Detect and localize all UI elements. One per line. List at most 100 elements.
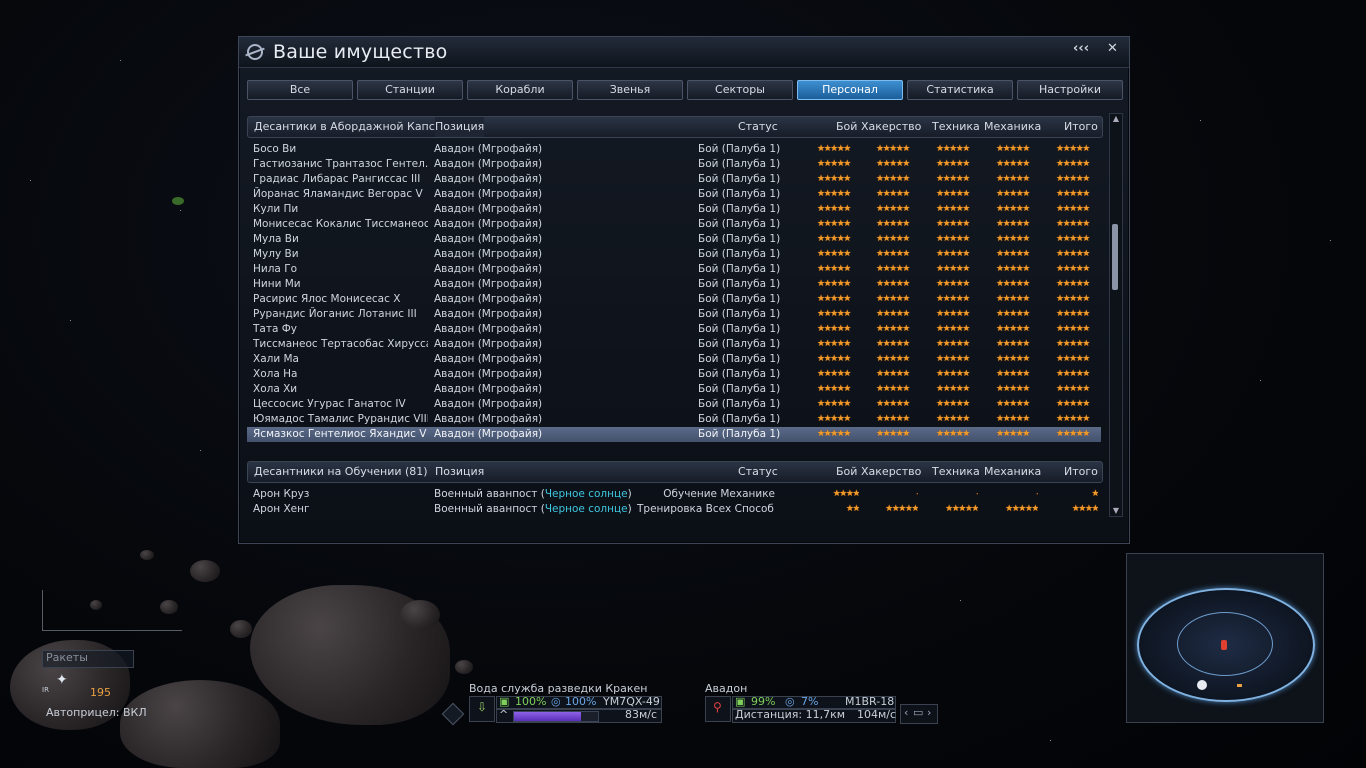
rating-engineering: ★★★★★ [936, 204, 970, 214]
crew-name: Цессосис Угурас Ганатос IV [253, 398, 406, 410]
close-button[interactable]: ✕ [1107, 41, 1118, 56]
column-mechanics[interactable]: Механика [984, 462, 1041, 482]
table-row[interactable]: Мулу Ви Авадон (Мгрофайя) Бой (Палуба 1) ★★… [247, 247, 1101, 262]
missiles-panel[interactable]: Ракеты [42, 650, 134, 668]
sector-link[interactable]: Черное солнце [545, 488, 628, 500]
scroll-down-icon[interactable]: ▼ [1110, 506, 1122, 516]
position-text: Военный аванпост ( [434, 488, 545, 500]
crew-position: Авадон (Мгрофайя) [434, 233, 543, 245]
rating-mechanics: ★★★★★ [996, 399, 1030, 409]
tab-sectors[interactable]: Секторы [687, 80, 793, 100]
target-icon[interactable]: ⚲ [705, 696, 731, 722]
chevron-right-icon[interactable]: › [927, 706, 931, 719]
rating-engineering: ★★★★★ [936, 249, 970, 259]
crew-name: Хола Хи [253, 383, 298, 395]
collapse-button[interactable]: ‹‹‹ [1073, 41, 1089, 56]
column-hacking[interactable]: Хакерство [861, 117, 921, 137]
chevron-up-icon[interactable]: ^ [499, 708, 508, 721]
rating-total: ★★★★★ [1056, 339, 1090, 349]
tab-statistics[interactable]: Статистика [907, 80, 1013, 100]
sector-link[interactable]: Черное солнце [545, 503, 628, 515]
table-row[interactable]: Мула Ви Авадон (Мгрофайя) Бой (Палуба 1) ★★… [247, 232, 1101, 247]
tab-settings[interactable]: Настройки [1017, 80, 1123, 100]
rating-combat: ★★★★★ [817, 279, 851, 289]
table-row[interactable]: Хали Ма Авадон (Мгрофайя) Бой (Палуба 1) ★★… [247, 352, 1101, 367]
table-row[interactable]: Арон Круз Военный аванпост (Черное солнце… [247, 487, 1101, 502]
scrollbar[interactable]: ▲ ▼ [1109, 113, 1123, 517]
player-speed: 83м/с [625, 708, 658, 721]
column-name[interactable]: Десантники на Обучении (81) [254, 462, 428, 482]
column-combat[interactable]: Бой [836, 117, 857, 137]
rating-engineering: ★★★★★ [936, 219, 970, 229]
column-engineering[interactable]: Техника [932, 462, 980, 482]
crew-position: Авадон (Мгрофайя) [434, 173, 543, 185]
column-combat[interactable]: Бой [836, 462, 857, 482]
table-row[interactable]: Арон Хенг Военный аванпост (Черное солнце… [247, 502, 1101, 517]
column-status[interactable]: Статус [738, 462, 778, 482]
table-row[interactable]: Хола Хи Авадон (Мгрофайя) Бой (Палуба 1) ★★… [247, 382, 1101, 397]
table-row[interactable]: Расирис Ялос Монисесас Х Авадон (Мгрофайя… [247, 292, 1101, 307]
column-status[interactable]: Статус [738, 117, 778, 137]
table-row[interactable]: Тиссманеос Тертасобас Хирусса... Авадон (… [247, 337, 1101, 352]
table-row[interactable]: Тата Фу Авадон (Мгрофайя) Бой (Палуба 1) ★★… [247, 322, 1101, 337]
table-row[interactable]: Градиас Либарас Рангиссас III Авадон (Мгр… [247, 172, 1101, 187]
rating-engineering: ★★★★★ [936, 369, 970, 379]
autoaim-status[interactable]: Автоприцел: ВКЛ [46, 706, 147, 719]
column-total[interactable]: Итого [1064, 117, 1098, 137]
table-row[interactable]: Нила Го Авадон (Мгрофайя) Бой (Палуба 1) ★★… [247, 262, 1101, 277]
table-row[interactable]: Монисесас Кокалис Тиссманеос III Авадон (… [247, 217, 1101, 232]
tab-squadrons[interactable]: Звенья [577, 80, 683, 100]
chevron-left-icon[interactable]: ‹ [904, 706, 908, 719]
target-id: M1BR-18 [845, 695, 895, 708]
column-position[interactable]: Позиция [435, 117, 485, 137]
table-row[interactable]: Хола На Авадон (Мгрофайя) Бой (Палуба 1) ★★… [247, 367, 1101, 382]
rating-combat: ★★★★★ [817, 189, 851, 199]
column-engineering[interactable]: Техника [932, 117, 980, 137]
target-cycle-button[interactable]: ‹ ▭ › [900, 704, 938, 724]
player-ship-icon[interactable]: ⇩ [469, 696, 495, 722]
rating-combat: ★★★★★ [817, 429, 851, 439]
column-mechanics[interactable]: Механика [984, 117, 1041, 137]
scroll-up-icon[interactable]: ▲ [1110, 114, 1122, 124]
rating-total: ★★★★★ [1056, 159, 1090, 169]
scroll-thumb[interactable] [1112, 224, 1118, 290]
position-text: Военный аванпост ( [434, 503, 545, 515]
table-row[interactable]: Цессосис Угурас Ганатос IV Авадон (Мгрофа… [247, 397, 1101, 412]
rating-combat: ★★★★★ [817, 414, 851, 424]
rating-engineering: ★★★★★ [936, 339, 970, 349]
table-row[interactable]: Рурандис Йоганис Лотанис III Авадон (Мгро… [247, 307, 1101, 322]
rating-mechanics: ★★★★★ [996, 174, 1030, 184]
rating-mechanics: ★★★★★ [996, 324, 1030, 334]
tab-ships[interactable]: Корабли [467, 80, 573, 100]
table-row[interactable]: Босо Ви Авадон (Мгрофайя) Бой (Палуба 1) ★★… [247, 142, 1101, 157]
tab-personnel[interactable]: Персонал [797, 80, 903, 100]
shield-icon: ◎ [551, 695, 561, 708]
tab-stations[interactable]: Станции [357, 80, 463, 100]
crew-position: Авадон (Мгрофайя) [434, 248, 543, 260]
radar-minimap[interactable] [1126, 553, 1324, 723]
crew-status: Бой (Палуба 1) [698, 233, 781, 245]
rating-hacking: ★★★★★ [876, 414, 910, 424]
rating-combat: ★★★★★ [817, 324, 851, 334]
table-row[interactable]: Йоранас Яламандис Вегорас V Авадон (Мгроф… [247, 187, 1101, 202]
rating-engineering: ★★★★★ [936, 264, 970, 274]
column-position[interactable]: Позиция [435, 462, 484, 482]
table-row[interactable]: Юямадос Тамалис Рурандис VIII Авадон (Мгр… [247, 412, 1101, 427]
table-row[interactable]: Ясмазкос Гентелиос Яхандис V Авадон (Мгро… [247, 427, 1101, 442]
column-total[interactable]: Итого [1064, 462, 1098, 482]
rating-engineering: ★★★★★ [936, 279, 970, 289]
crew-name: Мулу Ви [253, 248, 299, 260]
table-row[interactable]: Нини Ми Авадон (Мгрофайя) Бой (Палуба 1) ★★… [247, 277, 1101, 292]
boost-bar-fill [514, 712, 582, 721]
rating-mechanics: ★★★★★ [996, 279, 1030, 289]
column-hacking[interactable]: Хакерство [861, 462, 921, 482]
position-text: ) [627, 503, 632, 515]
rating-hacking: ★★★★★ [885, 504, 918, 514]
target-shield: 7% [801, 695, 819, 708]
table-row[interactable]: Гастиозанис Трантазос Гентел... Авадон (М… [247, 157, 1101, 172]
table-row[interactable]: Кули Пи Авадон (Мгрофайя) Бой (Палуба 1) ★★… [247, 202, 1101, 217]
tab-all[interactable]: Все [247, 80, 353, 100]
title-bar[interactable]: Ваше имущество ‹‹‹ ✕ [239, 37, 1129, 68]
rating-engineering: ★★★★★ [945, 504, 978, 514]
monitor-icon: ▭ [913, 706, 924, 719]
